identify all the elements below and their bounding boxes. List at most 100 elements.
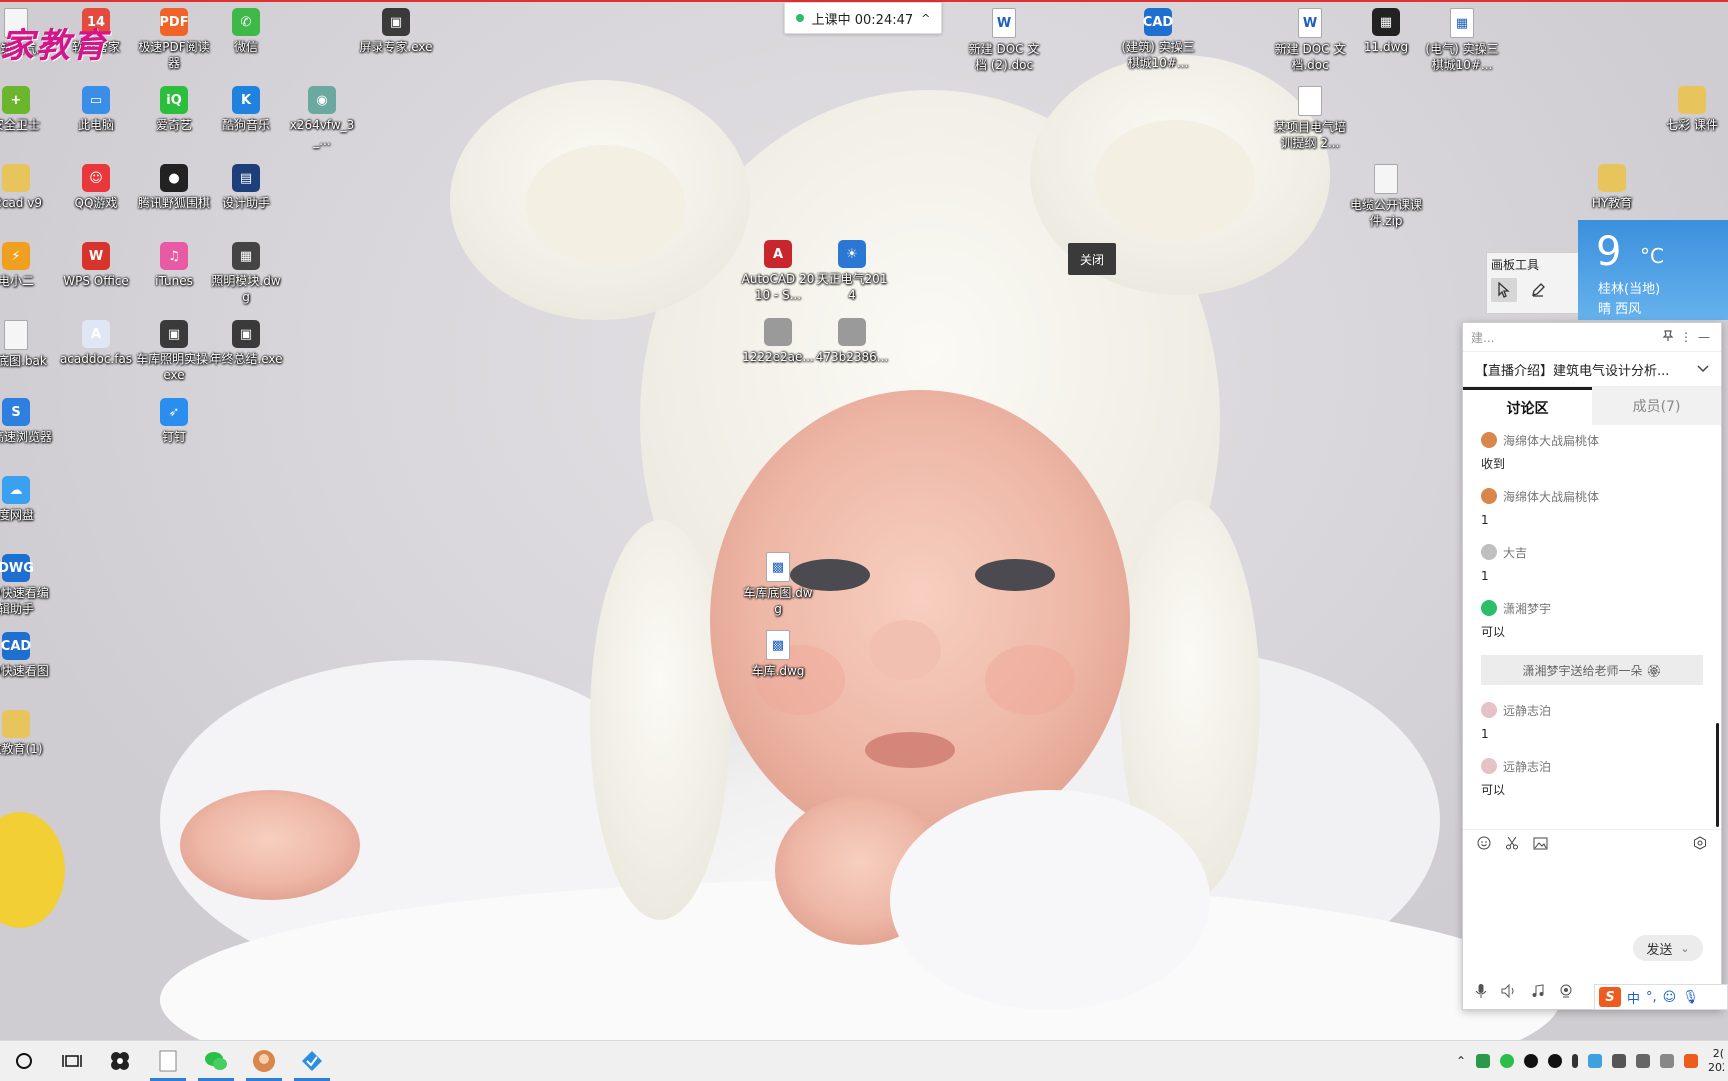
tray-qq-icon-2[interactable] <box>1548 1054 1562 1068</box>
desktop-icon[interactable]: ▩ 车库底图.dwg <box>740 552 816 617</box>
chat-message-list[interactable]: 海绵体大战扁桃体 收到 海绵体大战扁桃体 1 大吉 1 潇湘梦宇 可以 潇湘梦宇送给老师一朵 … <box>1463 427 1721 829</box>
app-icon: ▣ <box>232 320 260 348</box>
tray-shield-icon[interactable] <box>1588 1054 1602 1068</box>
more-options-icon[interactable]: ⋮ <box>1677 330 1695 344</box>
desktop-icon[interactable]: ▦ (电气) 实操三棋城10#... <box>1424 8 1500 73</box>
desktop-icon[interactable]: f2cad v9 <box>0 164 54 211</box>
taskbar-app-classroom[interactable] <box>288 1041 336 1081</box>
desktop-icon[interactable]: ▦ 11.dwg <box>1348 8 1424 55</box>
desktop-icon[interactable]: ▭ 此电脑 <box>58 86 134 133</box>
desktop-icon[interactable]: ▩ 车库.dwg <box>740 630 816 679</box>
desktop-icon[interactable]: HY教育 <box>1574 164 1650 211</box>
weather-unit: °C <box>1640 244 1664 268</box>
desktop-icon[interactable]: ☺ QQ游戏 <box>58 164 134 211</box>
pin-icon[interactable] <box>1659 329 1677 345</box>
desktop-icon[interactable]: 电缆公开课课件.zip <box>1348 164 1424 229</box>
desktop-icon[interactable]: CAD AD快速看图 <box>0 632 54 679</box>
tray-app-icon[interactable] <box>1476 1054 1490 1068</box>
desktop-icon[interactable]: K 酷狗音乐 <box>208 86 284 133</box>
taskbar-app-notepad[interactable] <box>144 1041 192 1081</box>
desktop-icon[interactable]: ▣ 屏录专家.exe <box>358 8 434 55</box>
ime-punctuation[interactable]: °, <box>1646 990 1657 1005</box>
avatar-icon[interactable] <box>1481 488 1497 504</box>
tray-network-icon[interactable] <box>1612 1054 1626 1068</box>
ime-emoji-icon[interactable]: ☺ <box>1663 990 1677 1005</box>
desktop-icon[interactable]: 数教育(1) <box>0 710 54 757</box>
ime-mode[interactable]: 中 <box>1627 988 1640 1007</box>
desktop-icon[interactable]: 473b2386... <box>814 318 890 365</box>
camera-icon[interactable] <box>1559 984 1573 1001</box>
tray-expand-icon[interactable]: ⌃ <box>1456 1054 1466 1068</box>
speaker-icon[interactable] <box>1501 983 1517 1001</box>
weather-widget[interactable]: 9 °C 桂林(当地) 晴 西风 <box>1578 220 1728 320</box>
image-icon[interactable] <box>1533 837 1548 853</box>
desktop-icon[interactable]: ▤ 设计助手 <box>208 164 284 211</box>
chat-window-header[interactable]: 建... ⋮ — <box>1463 323 1721 352</box>
tray-qq-icon[interactable] <box>1524 1054 1538 1068</box>
pencil-icon <box>1532 283 1545 297</box>
desktop-icon[interactable]: W 新建 DOC 文档 (2).doc <box>966 8 1042 73</box>
send-options-caret[interactable]: ⌄ <box>1680 942 1689 955</box>
course-selector[interactable]: 【直播介绍】建筑电气设计分析... <box>1463 352 1721 387</box>
desktop-icon[interactable]: ➶ 钉钉 <box>136 398 212 445</box>
desktop-icon[interactable]: ♫ iTunes <box>136 242 212 289</box>
desktop-icon[interactable]: W WPS Office <box>58 242 134 289</box>
avatar-icon[interactable] <box>1481 432 1497 448</box>
desktop-icon[interactable]: ⚡ 电小二 <box>0 242 54 289</box>
avatar-icon[interactable] <box>1481 544 1497 560</box>
pen-tool-button[interactable] <box>1525 278 1551 302</box>
music-note-icon[interactable] <box>1531 983 1545 1001</box>
chevron-up-icon[interactable]: ^ <box>921 12 930 25</box>
desktop-icon[interactable]: 1222e2ae... <box>740 318 816 365</box>
desktop-icon[interactable]: ▦ 照明模块.dwg <box>208 242 284 305</box>
desktop-icon[interactable]: 筑底图.bak <box>0 320 54 369</box>
desktop-icon[interactable]: ● 腾讯野狐围棋 <box>136 164 212 211</box>
desktop-icon[interactable]: Aacaddoc.fas <box>58 320 134 367</box>
desktop-icon[interactable]: W 新建 DOC 文档.doc <box>1272 8 1348 73</box>
taskbar-app-wechat[interactable] <box>192 1041 240 1081</box>
desktop-icon[interactable]: ✆ 微信 <box>208 8 284 55</box>
avatar-icon[interactable] <box>1481 600 1497 616</box>
tray-microphone-icon[interactable] <box>1572 1054 1578 1068</box>
desktop-icon[interactable]: ☀ 天正电气2014 <box>814 240 890 303</box>
tray-wechat-icon[interactable] <box>1500 1054 1514 1068</box>
start-button[interactable] <box>0 1041 48 1081</box>
settings-hex-icon[interactable] <box>1693 836 1707 853</box>
desktop-icon[interactable]: ◉ x264vfw_3_... <box>284 86 360 149</box>
microphone-icon[interactable] <box>1475 983 1487 1002</box>
tray-keyboard-icon[interactable] <box>1660 1054 1674 1068</box>
send-button[interactable]: 发送 ⌄ <box>1633 935 1703 961</box>
tray-sogou-icon[interactable] <box>1684 1054 1698 1068</box>
desktop-icon[interactable]: 某项目电气培训提纲 2... <box>1272 86 1348 151</box>
task-view-button[interactable] <box>48 1041 96 1081</box>
app-icon: ▭ <box>82 86 110 114</box>
emoji-icon[interactable] <box>1477 836 1491 853</box>
chat-scrollbar[interactable] <box>1716 723 1719 827</box>
scissors-icon[interactable] <box>1505 836 1519 853</box>
ime-toolbar[interactable]: S 中 °, ☺ 🎙 <box>1594 984 1728 1010</box>
desktop-icon[interactable]: iQ 爱奇艺 <box>136 86 212 133</box>
avatar-icon[interactable] <box>1481 758 1497 774</box>
taskbar-clock[interactable]: 2( 202 <box>1708 1047 1724 1075</box>
class-status-pill[interactable]: 上课中 00:24:47 ^ <box>784 2 942 34</box>
taskbar-app-flower[interactable] <box>96 1041 144 1081</box>
tray-volume-icon[interactable] <box>1636 1054 1650 1068</box>
desktop-icon[interactable]: DWG AD快速看编辑助手 <box>0 554 54 617</box>
desktop-icon[interactable]: CAD (建筑) 实操三棋城10#... <box>1120 8 1196 71</box>
desktop-icon[interactable]: 七彩 课件 <box>1654 86 1728 133</box>
minimize-icon[interactable]: — <box>1695 330 1713 344</box>
pointer-tool-button[interactable] <box>1491 278 1517 302</box>
desktop-icon[interactable]: ▣ 车库照明实操.exe <box>136 320 212 383</box>
tab-members[interactable]: 成员(7) <box>1592 387 1721 425</box>
desktop-icon[interactable]: ▣ 年终总结.exe <box>208 320 284 367</box>
message-input[interactable] <box>1463 859 1721 929</box>
desktop-icon[interactable]: S 狗高速浏览器 <box>0 398 54 445</box>
avatar-icon[interactable] <box>1481 702 1497 718</box>
desktop-icon[interactable]: PDF 极速PDF阅读器 <box>136 8 212 71</box>
tab-discussion[interactable]: 讨论区 <box>1463 387 1592 425</box>
desktop-icon[interactable]: ☁ 度网盘 <box>0 476 54 523</box>
taskbar-app-avatar[interactable] <box>240 1041 288 1081</box>
desktop-icon[interactable]: A AutoCAD 2010 - S... <box>740 240 816 303</box>
desktop-icon[interactable]: + 安全卫士 <box>0 86 54 133</box>
ime-voice-icon[interactable]: 🎙 <box>1682 990 1699 1005</box>
